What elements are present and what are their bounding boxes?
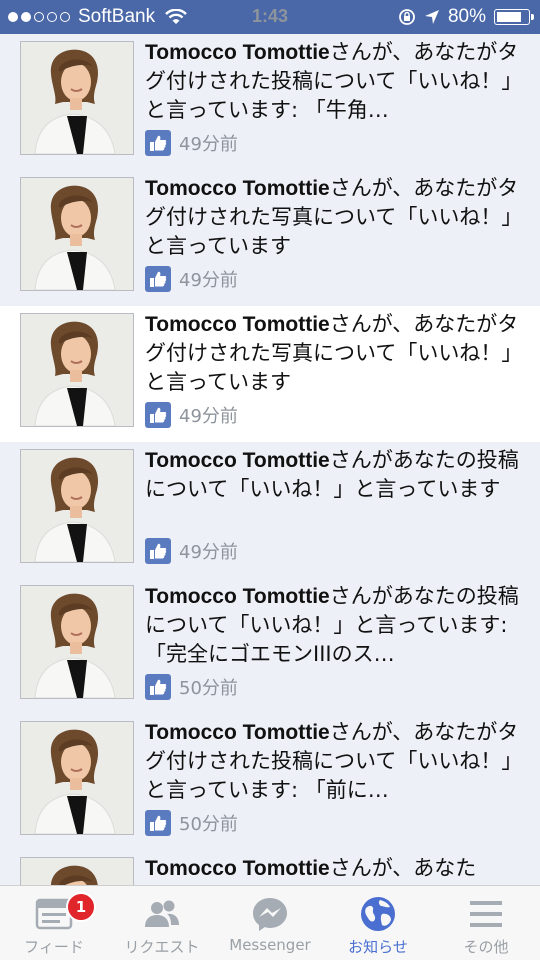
actor-name: Tomocco Tomottie bbox=[145, 177, 330, 200]
notification-text: Tomocco Tomottieさんがあなたの投稿について「いいね！」と言ってい… bbox=[145, 446, 520, 504]
notification-item[interactable]: Tomocco Tomottieさんが、あなたがタグ付けされた投稿について「いい… bbox=[0, 34, 540, 170]
rotation-lock-icon bbox=[399, 9, 415, 25]
actor-name: Tomocco Tomottie bbox=[145, 721, 330, 744]
tab-label: Messenger bbox=[229, 936, 311, 954]
globe-icon bbox=[358, 894, 398, 934]
avatar[interactable] bbox=[20, 449, 134, 563]
notification-time: 49分前 bbox=[179, 270, 238, 291]
notification-time: 49分前 bbox=[179, 542, 238, 563]
battery-icon bbox=[494, 9, 534, 25]
actor-name: Tomocco Tomottie bbox=[145, 857, 330, 880]
avatar[interactable] bbox=[20, 721, 134, 835]
notification-time: 50分前 bbox=[179, 814, 238, 835]
battery-percent: 80% bbox=[447, 6, 486, 27]
notification-text: Tomocco Tomottieさんが、あなたがタグ付けされた写真について「いい… bbox=[145, 310, 520, 397]
notification-badge: 1 bbox=[66, 892, 96, 922]
actor-name: Tomocco Tomottie bbox=[145, 585, 330, 608]
tab-requests[interactable]: リクエスト bbox=[108, 886, 216, 961]
like-icon bbox=[145, 810, 171, 836]
notification-text: Tomocco Tomottieさんが、あなたがタグ付けされた投稿について「いい… bbox=[145, 38, 520, 125]
status-bar: SoftBank 1:43 80% bbox=[0, 0, 540, 34]
notification-meta: 49分前 bbox=[145, 130, 238, 156]
notification-item[interactable]: Tomocco Tomottieさんがあなたの投稿について「いいね！」と言ってい… bbox=[0, 578, 540, 714]
tab-bar: フィード 1 リクエスト Messenger お知らせ その他 bbox=[0, 885, 540, 960]
notification-item[interactable]: Tomocco Tomottieさんがあなたの投稿について「いいね！」と言ってい… bbox=[0, 442, 540, 578]
tab-label: フィード bbox=[24, 938, 84, 956]
notification-meta: 49分前 bbox=[145, 402, 238, 428]
tab-more[interactable]: その他 bbox=[432, 886, 540, 961]
notification-time: 49分前 bbox=[179, 134, 238, 155]
status-right: 80% bbox=[398, 6, 534, 28]
like-icon bbox=[145, 538, 171, 564]
messenger-icon bbox=[250, 894, 290, 934]
notification-item[interactable]: Tomocco Tomottieさんが、あなたがタグ付けされた写真について「いい… bbox=[0, 306, 540, 442]
tab-label: リクエスト bbox=[124, 938, 200, 956]
avatar[interactable] bbox=[20, 313, 134, 427]
tab-label: その他 bbox=[463, 938, 509, 956]
notification-text: Tomocco Tomottieさんが、あなたがタグ付けされた投稿について「いい… bbox=[145, 718, 520, 805]
notification-meta: 49分前 bbox=[145, 538, 238, 564]
like-icon bbox=[145, 130, 171, 156]
notification-meta: 50分前 bbox=[145, 674, 238, 700]
notification-time: 49分前 bbox=[179, 406, 238, 427]
tab-notifications[interactable]: お知らせ bbox=[324, 886, 432, 961]
notification-meta: 49分前 bbox=[145, 266, 238, 292]
actor-name: Tomocco Tomottie bbox=[145, 41, 330, 64]
menu-icon bbox=[466, 894, 506, 934]
notification-text: Tomocco Tomottieさんが、あなたがタグ付けされた写真について「いい… bbox=[145, 174, 520, 261]
avatar[interactable] bbox=[20, 857, 134, 885]
avatar[interactable] bbox=[20, 177, 134, 291]
notification-text: Tomocco Tomottieさんが、あなた bbox=[145, 854, 520, 883]
notification-item[interactable]: Tomocco Tomottieさんが、あなたがタグ付けされた写真について「いい… bbox=[0, 170, 540, 306]
actor-name: Tomocco Tomottie bbox=[145, 449, 330, 472]
tab-label: お知らせ bbox=[348, 938, 408, 956]
notification-meta: 50分前 bbox=[145, 810, 238, 836]
location-icon bbox=[424, 10, 439, 24]
like-icon bbox=[145, 674, 171, 700]
like-icon bbox=[145, 402, 171, 428]
notification-list[interactable]: Tomocco Tomottieさんが、あなたがタグ付けされた投稿について「いい… bbox=[0, 34, 540, 885]
notification-time: 50分前 bbox=[179, 678, 238, 699]
notification-item[interactable]: Tomocco Tomottieさんが、あなたがタグ付けされた投稿について「いい… bbox=[0, 714, 540, 850]
notification-message: さんが、あなた bbox=[329, 856, 477, 880]
avatar[interactable] bbox=[20, 585, 134, 699]
like-icon bbox=[145, 266, 171, 292]
friend-requests-icon bbox=[142, 894, 182, 934]
tab-feed[interactable]: フィード 1 bbox=[0, 886, 108, 961]
avatar[interactable] bbox=[20, 41, 134, 155]
actor-name: Tomocco Tomottie bbox=[145, 313, 330, 336]
notification-text: Tomocco Tomottieさんがあなたの投稿について「いいね！」と言ってい… bbox=[145, 582, 520, 669]
tab-messenger[interactable]: Messenger bbox=[216, 886, 324, 961]
notification-item[interactable]: Tomocco Tomottieさんが、あなた bbox=[0, 850, 540, 885]
